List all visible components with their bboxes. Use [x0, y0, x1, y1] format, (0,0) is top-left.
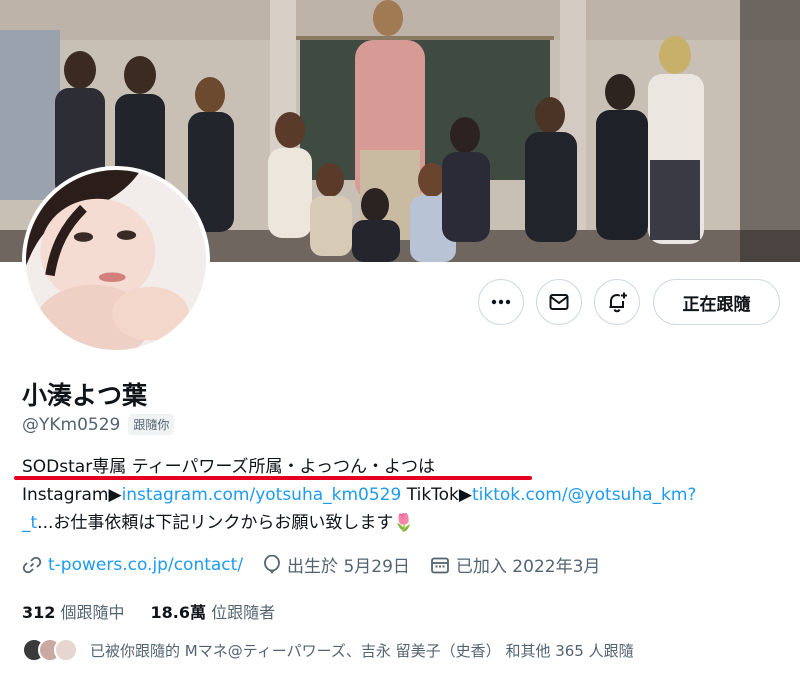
avatar-photo: [26, 170, 206, 350]
link-icon: [22, 556, 42, 573]
profile-meta: t-powers.co.jp/contact/ 出生於 5月29日 已加入 20…: [22, 552, 620, 577]
bio-line-3: _t...お仕事依頼は下記リンクからお願い致します🌷: [22, 509, 782, 537]
followed-by-text: 已被你跟隨的 Mマネ@ティーパワーズ、吉永 留美子（史香） 和其他 365 人跟…: [90, 641, 634, 660]
bell-plus-icon: [609, 292, 627, 313]
following-count: 312: [22, 603, 56, 622]
followers-count: 18.6萬: [150, 603, 206, 622]
tiktok-link[interactable]: tiktok.com/@yotsuha_km?: [472, 485, 696, 505]
bio-line-2: Instagram▶instagram.com/yotsuha_km0529 T…: [22, 481, 782, 509]
user-handle: @YKm0529: [22, 414, 121, 435]
joined-text: 已加入 2022年3月: [455, 557, 601, 577]
instagram-link[interactable]: instagram.com/yotsuha_km0529: [122, 485, 402, 505]
more-options-button[interactable]: [478, 279, 524, 325]
bio-instagram-prefix: Instagram▶: [22, 485, 122, 505]
joined-item: 已加入 2022年3月: [430, 552, 600, 577]
following-button[interactable]: 正在跟隨: [653, 279, 780, 325]
balloon-icon: [264, 554, 280, 574]
mutual-avatar: [54, 638, 78, 662]
mutual-avatars: [22, 638, 78, 662]
followed-by-row[interactable]: 已被你跟隨的 Mマネ@ティーパワーズ、吉永 留美子（史香） 和其他 365 人跟…: [22, 638, 634, 662]
website-item[interactable]: t-powers.co.jp/contact/: [22, 555, 243, 575]
birthday-text: 出生於 5月29日: [287, 557, 410, 577]
bio-line-3-text: ...お仕事依頼は下記リンクからお願い致します🌷: [37, 513, 415, 533]
tiktok-link-continued[interactable]: _t: [22, 513, 37, 533]
following-label: 個跟隨中: [60, 603, 125, 622]
follow-stats: 312 個跟隨中 18.6萬 位跟隨者: [22, 599, 301, 623]
website-link[interactable]: t-powers.co.jp/contact/: [48, 555, 243, 575]
followers-label: 位跟隨者: [211, 603, 276, 622]
following-stat[interactable]: 312 個跟隨中: [22, 599, 125, 623]
birthday-item: 出生於 5月29日: [263, 552, 410, 577]
more-icon: [491, 299, 511, 305]
notifications-button[interactable]: [594, 279, 640, 325]
profile-avatar[interactable]: [22, 166, 210, 354]
follows-you-badge: 跟隨你: [128, 414, 175, 435]
display-name: 小湊よつ葉: [22, 381, 148, 410]
handle-row: @YKm0529 跟隨你: [22, 414, 175, 435]
bio-tiktok-prefix: TikTok▶: [401, 485, 472, 505]
mail-icon: [549, 294, 569, 310]
profile-bio: SODstar専属 ティーパワーズ所属・よっつん・よつは Instagram▶i…: [22, 453, 782, 537]
message-button[interactable]: [536, 279, 582, 325]
red-underline-annotation: [14, 476, 532, 480]
calendar-icon: [431, 557, 449, 573]
followers-stat[interactable]: 18.6萬 位跟隨者: [151, 599, 276, 623]
